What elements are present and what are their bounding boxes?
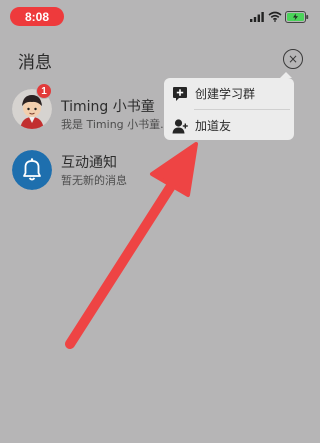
- popup-menu: 创建学习群 加道友: [164, 72, 294, 141]
- close-icon: ×: [287, 52, 299, 66]
- menu-item-label: 创建学习群: [195, 87, 256, 101]
- status-bar: 8:08: [0, 0, 320, 32]
- message-item-notifications[interactable]: 互动通知 暂无新的消息: [0, 146, 320, 196]
- avatar-wrap: 1: [12, 83, 52, 129]
- message-title: Timing 小书童: [61, 99, 155, 115]
- page-title: 消息: [18, 53, 52, 73]
- unread-badge: 1: [36, 83, 52, 99]
- signal-icon: [250, 12, 264, 22]
- avatar-wrap: [12, 150, 52, 190]
- status-time: 8:08: [10, 7, 64, 26]
- battery-charging-icon: [285, 11, 309, 23]
- message-preview: 我是 Timing 小书童.: [61, 118, 164, 131]
- close-button[interactable]: ×: [283, 49, 303, 69]
- plus-chat-icon: [173, 87, 187, 101]
- menu-item-add-friend[interactable]: 加道友: [164, 110, 294, 141]
- menu-item-label: 加道友: [195, 119, 232, 133]
- add-user-icon: [172, 119, 188, 134]
- menu-item-create-group[interactable]: 创建学习群: [164, 78, 294, 109]
- message-title: 互动通知: [61, 155, 117, 171]
- wifi-icon: [268, 11, 282, 22]
- bell-avatar: [12, 150, 52, 190]
- message-preview: 暂无新的消息: [61, 174, 127, 187]
